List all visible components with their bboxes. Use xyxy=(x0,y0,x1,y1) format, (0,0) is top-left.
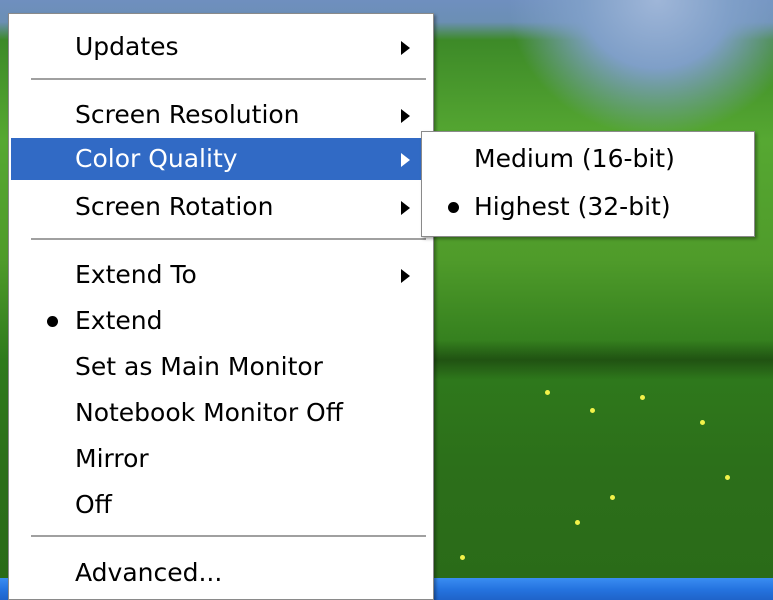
menu-item-screen-rotation[interactable]: Screen Rotation xyxy=(11,186,431,228)
context-menu: Updates Screen Resolution Color Quality … xyxy=(8,13,434,600)
wallpaper-flower xyxy=(590,408,595,413)
menu-separator xyxy=(31,78,426,80)
submenu-arrow-icon xyxy=(401,109,410,123)
menu-item-mirror[interactable]: Mirror xyxy=(11,438,431,480)
submenu-arrow-icon xyxy=(401,41,410,55)
menu-item-label: Screen Rotation xyxy=(75,192,274,221)
menu-item-label: Color Quality xyxy=(75,144,238,173)
radio-bullet-icon xyxy=(448,202,459,213)
menu-item-label: Extend To xyxy=(75,260,197,289)
menu-item-label: Notebook Monitor Off xyxy=(75,398,343,427)
radio-bullet-icon xyxy=(47,316,58,327)
wallpaper-flower xyxy=(460,555,465,560)
submenu-item-label: Highest (32-bit) xyxy=(474,192,671,221)
menu-item-label: Set as Main Monitor xyxy=(75,352,323,381)
menu-item-updates[interactable]: Updates xyxy=(11,26,431,68)
wallpaper-flower xyxy=(610,495,615,500)
wallpaper-flower xyxy=(545,390,550,395)
menu-item-extend-to[interactable]: Extend To xyxy=(11,254,431,296)
wallpaper-shadow xyxy=(430,340,773,380)
menu-item-label: Extend xyxy=(75,306,163,335)
color-quality-submenu: Medium (16-bit) Highest (32-bit) xyxy=(421,131,755,237)
menu-item-label: Updates xyxy=(75,32,179,61)
menu-item-off[interactable]: Off xyxy=(11,484,431,526)
menu-item-set-as-main-monitor[interactable]: Set as Main Monitor xyxy=(11,346,431,388)
menu-item-notebook-monitor-off[interactable]: Notebook Monitor Off xyxy=(11,392,431,434)
wallpaper-flower xyxy=(640,395,645,400)
submenu-item-highest-32-bit[interactable]: Highest (32-bit) xyxy=(422,184,754,230)
submenu-item-medium-16-bit[interactable]: Medium (16-bit) xyxy=(422,136,754,182)
submenu-arrow-icon xyxy=(401,201,410,215)
menu-item-advanced[interactable]: Advanced... xyxy=(11,552,431,594)
menu-item-label: Off xyxy=(75,490,112,519)
wallpaper-flower xyxy=(575,520,580,525)
wallpaper-flower xyxy=(725,475,730,480)
menu-item-extend[interactable]: Extend xyxy=(11,300,431,342)
submenu-arrow-icon xyxy=(401,269,410,283)
menu-item-label: Advanced... xyxy=(75,558,223,587)
submenu-arrow-icon xyxy=(401,153,410,167)
menu-item-label: Screen Resolution xyxy=(75,100,300,129)
submenu-item-label: Medium (16-bit) xyxy=(474,144,675,173)
menu-item-label: Mirror xyxy=(75,444,149,473)
menu-separator xyxy=(31,535,426,537)
menu-separator xyxy=(31,238,426,240)
menu-item-screen-resolution[interactable]: Screen Resolution xyxy=(11,94,431,136)
menu-item-color-quality[interactable]: Color Quality xyxy=(11,138,431,180)
wallpaper-flower xyxy=(700,420,705,425)
